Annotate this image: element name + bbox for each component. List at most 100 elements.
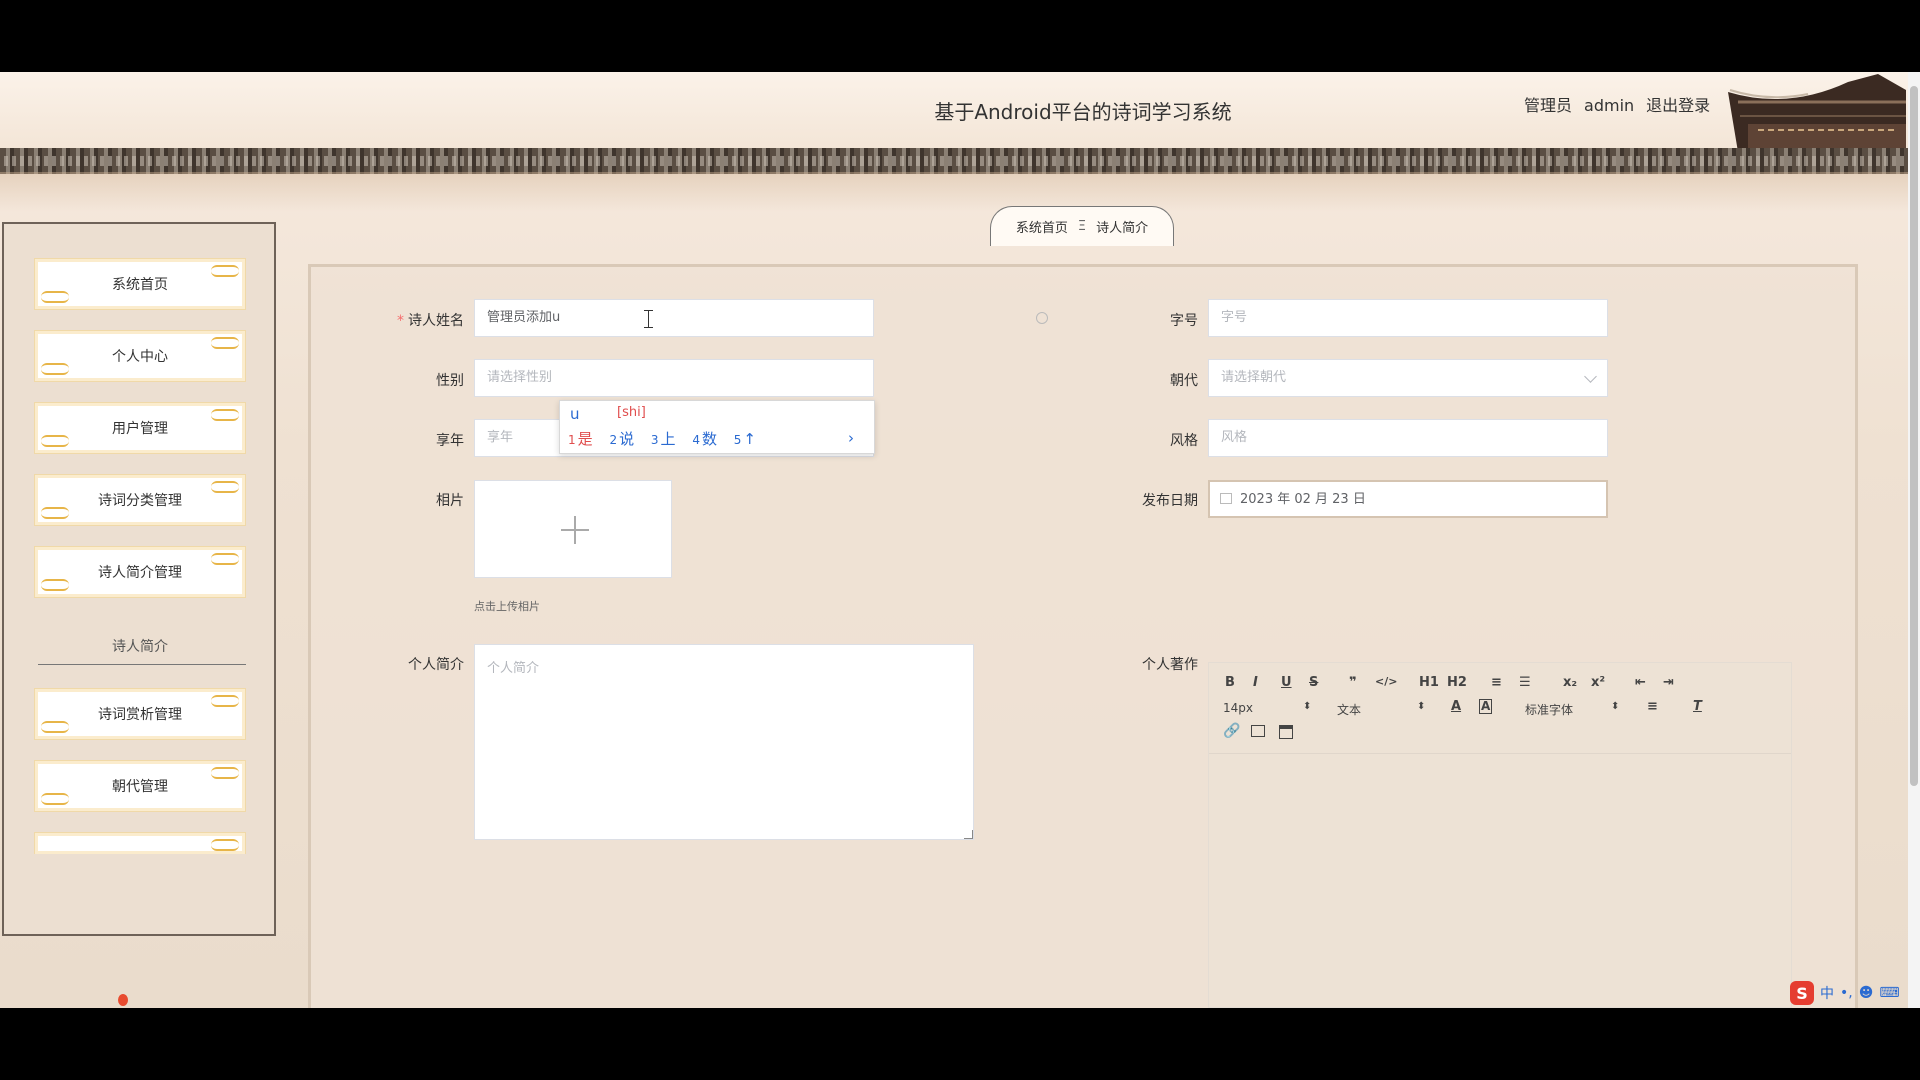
publish-date-label: 发布日期	[1142, 493, 1198, 509]
sidebar-item-label: 用户管理	[112, 421, 168, 437]
ime-next-page-icon[interactable]: ›	[848, 429, 854, 447]
outdent-icon[interactable]: ⇤	[1635, 675, 1646, 690]
sidebar-item-label: 朝代管理	[112, 779, 168, 795]
radio-indicator-icon	[1036, 312, 1048, 324]
ink-wash-decoration	[0, 172, 1908, 212]
sidebar-item-label: 诗词分类管理	[98, 493, 182, 509]
ime-status-bar: S 中 •, ☻ ⌨	[1790, 980, 1920, 1006]
intro-label: 个人简介	[408, 657, 464, 673]
select-arrow-icon: ⬍	[1417, 701, 1426, 712]
photo-upload[interactable]	[474, 480, 672, 578]
heading1-icon[interactable]: H1	[1419, 675, 1439, 690]
ime-candidate[interactable]: 3上	[651, 430, 676, 448]
works-label: 个人著作	[1142, 657, 1198, 673]
ime-pinyin: [shi]	[617, 405, 646, 420]
breadcrumb-home[interactable]: 系统首页	[1016, 217, 1068, 236]
blockquote-icon[interactable]: ❞	[1349, 675, 1357, 690]
image-icon[interactable]	[1251, 725, 1265, 737]
resize-handle-icon[interactable]	[964, 830, 973, 839]
sidebar-item-users[interactable]: 用户管理	[34, 402, 246, 454]
breadcrumb-current: 诗人简介	[1096, 221, 1149, 236]
courtesy-name-input[interactable]: 字号	[1208, 299, 1608, 337]
punctuation-icon[interactable]: •,	[1840, 985, 1853, 1001]
ime-candidate[interactable]: 2说	[609, 430, 634, 448]
underline-icon[interactable]: U	[1281, 675, 1292, 690]
intro-textarea[interactable]: 个人简介	[474, 644, 974, 840]
sidebar-divider	[38, 664, 246, 665]
breadcrumb-separator-icon: Ξ	[1077, 219, 1087, 234]
code-block-icon[interactable]: </>	[1375, 675, 1397, 688]
bold-icon[interactable]: B	[1225, 675, 1235, 690]
sogou-ime-icon[interactable]: S	[1790, 981, 1814, 1005]
sidebar-item-label: 诗人简介管理	[98, 565, 182, 581]
decorative-border	[0, 148, 1908, 174]
background-color-icon[interactable]: A	[1479, 699, 1493, 714]
text-type-select[interactable]: 文本	[1337, 701, 1361, 718]
ime-language-indicator[interactable]: 中	[1820, 983, 1834, 1003]
courtesy-name-label: 字号	[1170, 313, 1198, 329]
emoji-icon[interactable]: ☻	[1859, 985, 1874, 1001]
breadcrumb: 系统首页 Ξ 诗人简介	[990, 206, 1174, 246]
sidebar-item-poem-analysis[interactable]: 诗词赏析管理	[34, 688, 246, 740]
app-window: 基于Android平台的诗词学习系统 管理员 admin 退出登录 系统首页 个人中…	[0, 72, 1920, 1008]
dynasty-label: 朝代	[1170, 373, 1198, 389]
select-arrow-icon: ⬍	[1611, 701, 1620, 712]
dynasty-select[interactable]: 请选择朝代	[1208, 359, 1608, 397]
style-label: 风格	[1170, 433, 1198, 449]
gender-label: 性别	[436, 373, 464, 389]
gender-select[interactable]: 请选择性别	[474, 359, 874, 397]
user-role: 管理员	[1524, 96, 1573, 115]
works-editor[interactable]: B I U S ❞ </> H1 H2 ≡ ☰ x₂ x² ⇤ ⇥ 14px ⬍…	[1208, 662, 1792, 1008]
sidebar: 系统首页 个人中心 用户管理 诗词分类管理 诗人简介管理 诗人简介 诗词赏析管理…	[2, 222, 276, 936]
text-cursor-icon	[644, 310, 654, 330]
sidebar-item-label: 诗词赏析管理	[98, 707, 182, 723]
chevron-down-icon	[1584, 370, 1597, 383]
ime-candidate[interactable]: 5 ↑	[734, 430, 756, 448]
sidebar-section-label[interactable]: 诗人简介	[34, 636, 246, 656]
select-arrow-icon: ⬍	[1303, 701, 1312, 712]
logout-link[interactable]: 退出登录	[1646, 96, 1710, 115]
superscript-icon[interactable]: x²	[1591, 675, 1605, 690]
page-scrollbar[interactable]	[1908, 72, 1920, 1008]
sidebar-item-profile[interactable]: 个人中心	[34, 330, 246, 382]
sidebar-item-poem-category[interactable]: 诗词分类管理	[34, 474, 246, 526]
style-input[interactable]: 风格	[1208, 419, 1608, 457]
link-icon[interactable]: 🔗	[1223, 723, 1240, 739]
ime-candidate[interactable]: 1是	[568, 430, 593, 448]
bullet-list-icon[interactable]: ☰	[1519, 675, 1531, 690]
photo-label: 相片	[436, 493, 464, 509]
user-area: 管理员 admin 退出登录	[1524, 92, 1722, 116]
scrollbar-thumb[interactable]	[1910, 86, 1918, 786]
sidebar-item-dynasty[interactable]: 朝代管理	[34, 760, 246, 812]
strike-icon[interactable]: S	[1309, 675, 1318, 690]
sidebar-item-poet-intro[interactable]: 诗人简介管理	[34, 546, 246, 598]
video-icon[interactable]	[1279, 725, 1293, 739]
clear-format-icon[interactable]: T	[1693, 699, 1702, 714]
ordered-list-icon[interactable]: ≡	[1491, 675, 1502, 690]
favicon-icon	[118, 994, 128, 1006]
ime-composition: u	[570, 405, 580, 423]
heading2-icon[interactable]: H2	[1447, 675, 1467, 690]
italic-icon[interactable]: I	[1253, 675, 1258, 690]
poet-name-label: * 诗人姓名	[397, 313, 464, 329]
sidebar-item-more[interactable]	[34, 832, 246, 854]
indent-icon[interactable]: ⇥	[1663, 675, 1674, 690]
ime-candidate-popup: u [shi] 1是 2说 3上 4数 5 ↑ ›	[559, 400, 875, 454]
photo-upload-tip: 点击上传相片	[474, 600, 540, 613]
roof-decoration-icon	[1728, 74, 1906, 152]
sidebar-item-home[interactable]: 系统首页	[34, 258, 246, 310]
align-icon[interactable]: ≡	[1647, 699, 1658, 714]
header: 基于Android平台的诗词学习系统 管理员 admin 退出登录	[0, 72, 1908, 152]
poet-name-input[interactable]: 管理员添加u	[474, 299, 874, 337]
calendar-icon	[1220, 493, 1232, 504]
font-color-icon[interactable]: A	[1451, 699, 1461, 714]
user-name: admin	[1584, 96, 1635, 115]
font-family-select[interactable]: 标准字体	[1525, 701, 1573, 718]
sidebar-item-label: 系统首页	[112, 277, 168, 293]
ime-candidate[interactable]: 4数	[692, 430, 717, 448]
age-label: 享年	[436, 433, 464, 449]
keyboard-icon[interactable]: ⌨	[1879, 985, 1899, 1001]
font-size-select[interactable]: 14px	[1223, 701, 1253, 715]
publish-date-picker[interactable]: 2023 年 02 月 23 日	[1208, 480, 1608, 518]
subscript-icon[interactable]: x₂	[1563, 675, 1577, 690]
